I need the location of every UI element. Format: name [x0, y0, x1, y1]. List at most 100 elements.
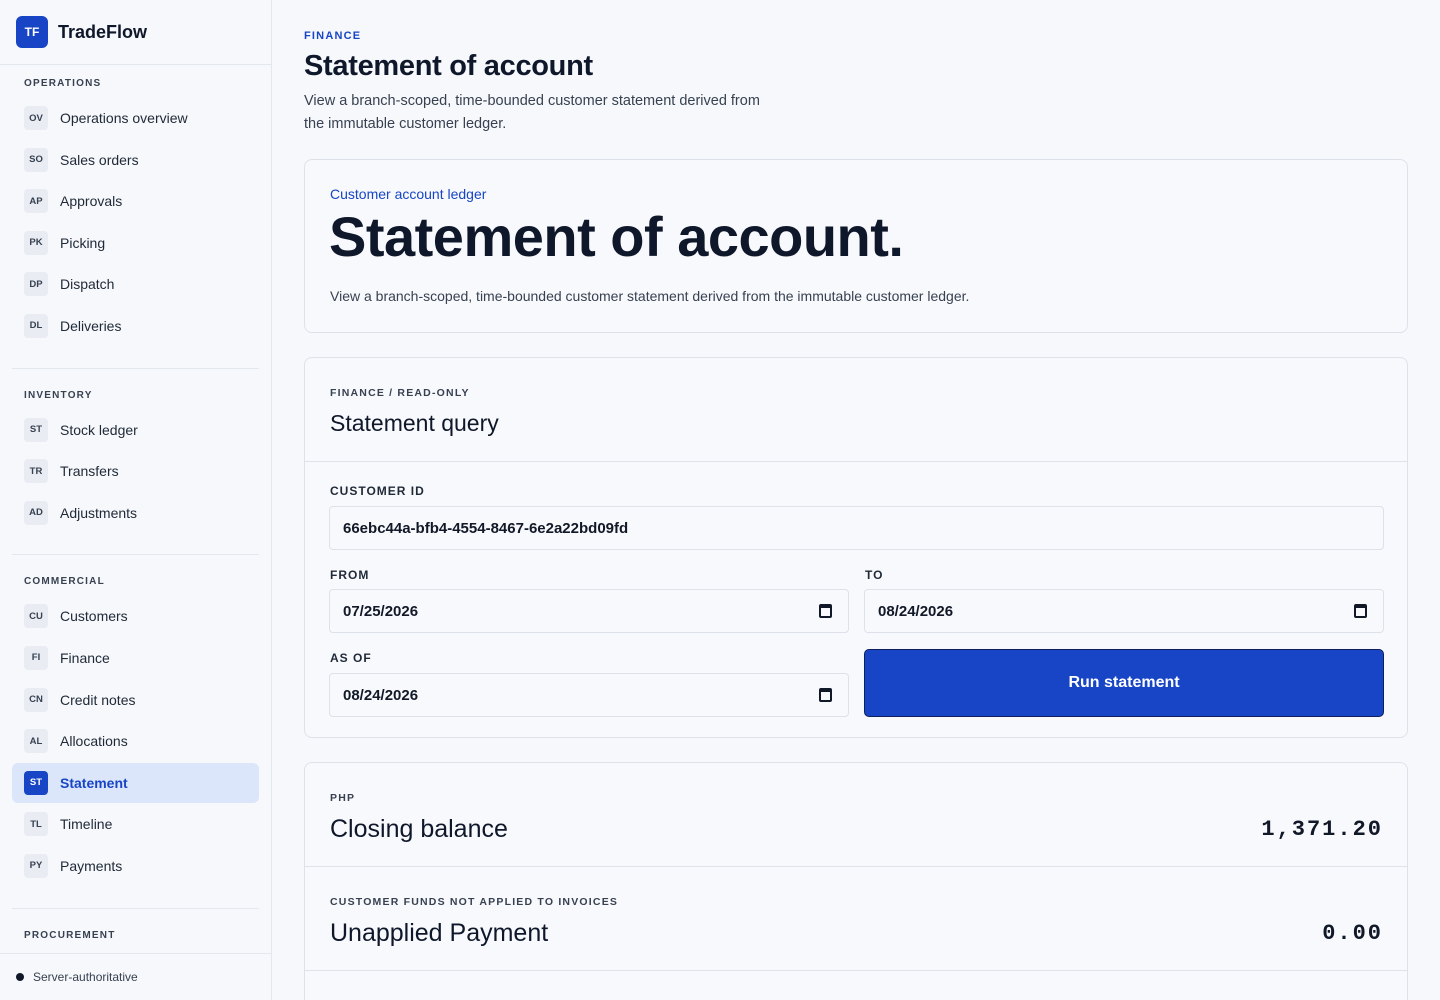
sidebar-item-adjustments[interactable]: AD Adjustments: [12, 493, 259, 533]
sidebar-item-operations-overview[interactable]: OV Operations overview: [12, 98, 259, 138]
nav-label: Transfers: [60, 463, 119, 480]
nav-label: Allocations: [60, 733, 128, 750]
page-title: Statement of account: [304, 50, 593, 82]
nav-label: Adjustments: [60, 504, 138, 521]
nav-label: Timeline: [60, 816, 113, 833]
nav-label: Customers: [60, 608, 128, 625]
to-date-value: 08/24/2026: [878, 602, 954, 620]
balances-card: PHP Closing balance 1,371.20 CUSTOMER FU…: [304, 762, 1408, 1000]
brand-name: TradeFlow: [58, 21, 148, 42]
calendar-icon[interactable]: [819, 688, 832, 702]
sidebar-item-finance[interactable]: FI Finance: [12, 638, 259, 678]
nav-heading-procurement: PROCUREMENT: [24, 929, 116, 941]
nav-code: TL: [24, 812, 48, 837]
nav-section-procurement: PROCUREMENT: [0, 909, 271, 946]
nav-code: AL: [24, 729, 48, 754]
nav-code: ST: [24, 417, 48, 442]
sidebar-item-customers[interactable]: CU Customers: [12, 596, 259, 636]
nav-code: PY: [24, 853, 48, 878]
unapplied-payment-title: Unapplied Payment: [330, 919, 549, 947]
nav-label: Deliveries: [60, 317, 122, 334]
hero-title: Statement of account.: [329, 205, 904, 268]
sidebar-item-timeline[interactable]: TL Timeline: [12, 804, 259, 844]
nav-code: AP: [24, 189, 48, 214]
customer-id-label: CUSTOMER ID: [330, 484, 425, 498]
sidebar: TF TradeFlow OPERATIONS OV Operations ov…: [0, 0, 272, 1000]
to-label: TO: [865, 568, 884, 582]
from-date-value: 07/25/2026: [343, 602, 419, 620]
nav-heading-inventory: INVENTORY: [24, 389, 93, 401]
sidebar-item-sales-orders[interactable]: SO Sales orders: [12, 140, 259, 180]
nav-code: FI: [24, 645, 48, 670]
hero-kicker: Customer account ledger: [330, 186, 487, 202]
query-title: Statement query: [330, 410, 499, 436]
nav-label: Credit notes: [60, 691, 136, 708]
nav-label: Approvals: [60, 193, 123, 210]
hero-description: View a branch-scoped, time-bounded custo…: [330, 288, 970, 304]
closing-balance-value: 1,371.20: [1261, 817, 1383, 842]
calendar-icon[interactable]: [1354, 604, 1367, 618]
nav-code: AD: [24, 500, 48, 525]
sidebar-item-picking[interactable]: PK Picking: [12, 223, 259, 263]
nav-code: PK: [24, 230, 48, 255]
from-date-input[interactable]: 07/25/2026: [329, 589, 849, 633]
unapplied-payment-row: CUSTOMER FUNDS NOT APPLIED TO INVOICES U…: [305, 867, 1407, 971]
nav-label: Finance: [60, 649, 110, 666]
nav-section-operations: OPERATIONS OV Operations overview SO Sal…: [0, 65, 271, 346]
statement-query-card: FINANCE / READ-ONLY Statement query CUST…: [304, 357, 1408, 738]
nav-label: Operations overview: [60, 110, 188, 126]
nav-code: ST: [24, 770, 48, 795]
sidebar-item-payments[interactable]: PY Payments: [12, 846, 259, 886]
nav-label: Payments: [60, 857, 123, 874]
nav-heading-commercial: COMMERCIAL: [24, 576, 105, 588]
sidebar-item-transfers[interactable]: TR Transfers: [12, 451, 259, 491]
to-date-input[interactable]: 08/24/2026: [864, 589, 1384, 633]
nav-code: CN: [24, 687, 48, 712]
currency-label: PHP: [330, 792, 356, 804]
unapplied-payment-value: 0.00: [1322, 921, 1383, 946]
nav-label: Dispatch: [60, 276, 115, 293]
nav-section-commercial: COMMERCIAL CU Customers FI Finance CN Cr…: [0, 555, 271, 886]
sidebar-footer: Server-authoritative: [0, 953, 271, 1000]
closing-balance-row: PHP Closing balance 1,371.20: [305, 763, 1407, 867]
nav-code: CU: [24, 604, 48, 629]
nav-section-inventory: INVENTORY ST Stock ledger TR Transfers A…: [0, 369, 271, 533]
nav-label: Statement: [60, 774, 128, 791]
page-description: View a branch-scoped, time-bounded custo…: [304, 93, 760, 132]
sidebar-item-stock-ledger[interactable]: ST Stock ledger: [12, 410, 259, 450]
nav-code: SO: [24, 147, 48, 172]
brand-logo: TF: [16, 16, 48, 48]
hero-card: Customer account ledger Statement of acc…: [304, 159, 1408, 333]
nav-code: TR: [24, 459, 48, 484]
run-statement-button[interactable]: Run statement: [864, 649, 1384, 717]
sidebar-nav: OPERATIONS OV Operations overview SO Sal…: [0, 65, 271, 952]
customer-id-input[interactable]: 66ebc44a-bfb4-4554-8467-6e2a22bd09fd: [329, 506, 1384, 550]
nav-code: DL: [24, 313, 48, 338]
calendar-icon[interactable]: [819, 604, 832, 618]
nav-heading-operations: OPERATIONS: [24, 78, 102, 89]
brand[interactable]: TF TradeFlow: [0, 0, 271, 65]
sidebar-item-approvals[interactable]: AP Approvals: [12, 181, 259, 221]
query-eyebrow: FINANCE / READ-ONLY: [330, 387, 470, 399]
as-of-date-value: 08/24/2026: [343, 686, 419, 704]
query-header: FINANCE / READ-ONLY Statement query: [305, 358, 1407, 462]
unapplied-caption: CUSTOMER FUNDS NOT APPLIED TO INVOICES: [330, 896, 619, 908]
sidebar-item-allocations[interactable]: AL Allocations: [12, 721, 259, 761]
customer-id-value: 66ebc44a-bfb4-4554-8467-6e2a22bd09fd: [343, 519, 629, 537]
nav-code: DP: [24, 272, 48, 297]
sidebar-item-credit-notes[interactable]: CN Credit notes: [12, 680, 259, 720]
sidebar-item-dispatch[interactable]: DP Dispatch: [12, 264, 259, 304]
from-label: FROM: [330, 568, 370, 582]
closing-balance-title: Closing balance: [330, 815, 508, 843]
status-dot-icon: [16, 973, 24, 981]
as-of-label: AS OF: [330, 651, 372, 665]
sidebar-item-deliveries[interactable]: DL Deliveries: [12, 306, 259, 346]
server-status-text: Server-authoritative: [33, 970, 138, 984]
nav-label: Stock ledger: [60, 421, 138, 438]
nav-label: Picking: [60, 234, 106, 251]
sidebar-item-statement[interactable]: ST Statement: [12, 762, 259, 803]
page-eyebrow: FINANCE: [304, 30, 362, 42]
nav-label: Sales orders: [60, 151, 139, 168]
nav-code: OV: [24, 106, 48, 130]
as-of-date-input[interactable]: 08/24/2026: [329, 673, 849, 717]
